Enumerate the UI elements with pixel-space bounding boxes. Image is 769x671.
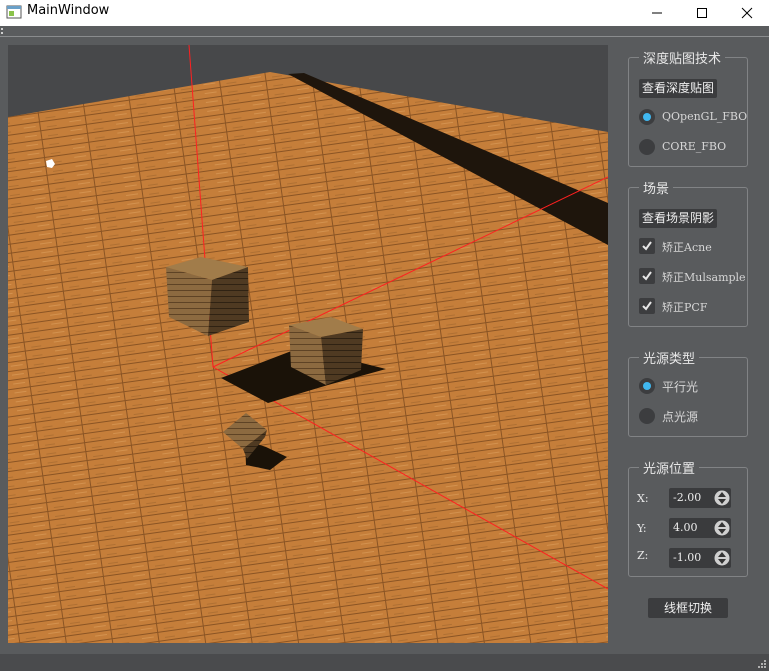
- radio-directional-light[interactable]: [639, 378, 655, 394]
- toolbar-grip-icon[interactable]: [1, 27, 4, 35]
- checkbox-acne[interactable]: [639, 238, 655, 254]
- light-position-group-title: 光源位置: [639, 458, 700, 477]
- scene-group-title: 场景: [639, 178, 674, 197]
- checkmark-icon: [642, 271, 652, 281]
- spin-arrows-icon[interactable]: [714, 549, 730, 567]
- depth-map-group: 深度贴图技术 查看深度贴图 QOpenGL_FBO CORE_FBO: [628, 48, 748, 167]
- radio-core-fbo-label: CORE_FBO: [662, 140, 727, 153]
- radio-directional-light-label: 平行光: [662, 380, 699, 394]
- checkbox-pcf[interactable]: [639, 298, 655, 314]
- view-scene-shadow-button[interactable]: 查看场景阴影: [639, 209, 718, 228]
- close-icon: [741, 7, 753, 19]
- app-window-icon: [6, 5, 22, 19]
- checkmark-icon: [642, 241, 652, 251]
- opengl-viewport[interactable]: [8, 45, 608, 643]
- checkbox-mulsample[interactable]: [639, 268, 655, 284]
- spin-arrows-icon[interactable]: [714, 519, 730, 537]
- spin-arrows-icon[interactable]: [714, 489, 730, 507]
- maximize-icon: [697, 8, 707, 18]
- title-bar: MainWindow: [0, 0, 769, 26]
- checkbox-pcf-label: 矫正PCF: [662, 301, 708, 314]
- view-depth-map-button[interactable]: 查看深度贴图: [639, 79, 718, 98]
- radio-point-light-label: 点光源: [662, 410, 699, 424]
- x-axis-label: X:: [637, 492, 649, 505]
- scene-render: [8, 45, 608, 643]
- minimize-button[interactable]: [634, 0, 680, 26]
- status-bar: [0, 654, 769, 671]
- z-spinbox-value: -1.00: [673, 551, 702, 564]
- y-spinbox-value: 4.00: [673, 521, 698, 534]
- minimize-icon: [652, 12, 662, 14]
- light-type-group-title: 光源类型: [639, 348, 700, 367]
- checkbox-mulsample-label: 矫正Mulsample: [662, 271, 746, 284]
- toolbar-strip: [0, 26, 769, 37]
- scene-group: 场景 查看场景阴影 矫正Acne 矫正Mulsample 矫正PCF: [628, 178, 748, 327]
- x-spinbox[interactable]: -2.00: [669, 488, 731, 508]
- radio-qopengl-fbo[interactable]: [639, 109, 655, 125]
- light-position-group: 光源位置 X: -2.00 Y: 4.00 Z: -1.00: [628, 458, 748, 577]
- checkmark-icon: [642, 301, 652, 311]
- radio-point-light[interactable]: [639, 408, 655, 424]
- window-title: MainWindow: [27, 3, 110, 18]
- y-axis-label: Y:: [637, 522, 647, 535]
- z-spinbox[interactable]: -1.00: [669, 548, 731, 568]
- light-type-group: 光源类型 平行光 点光源: [628, 348, 748, 437]
- wireframe-toggle-button[interactable]: 线框切换: [648, 598, 728, 618]
- maximize-button[interactable]: [679, 0, 725, 26]
- checkbox-acne-label: 矫正Acne: [662, 241, 712, 254]
- radio-qopengl-fbo-label: QOpenGL_FBO: [662, 110, 748, 123]
- radio-core-fbo[interactable]: [639, 139, 655, 155]
- close-button[interactable]: [724, 0, 769, 26]
- x-spinbox-value: -2.00: [673, 491, 702, 504]
- resize-grip-icon[interactable]: [757, 659, 767, 669]
- z-axis-label: Z:: [637, 549, 649, 562]
- depth-map-group-title: 深度贴图技术: [639, 48, 726, 67]
- y-spinbox[interactable]: 4.00: [669, 518, 731, 538]
